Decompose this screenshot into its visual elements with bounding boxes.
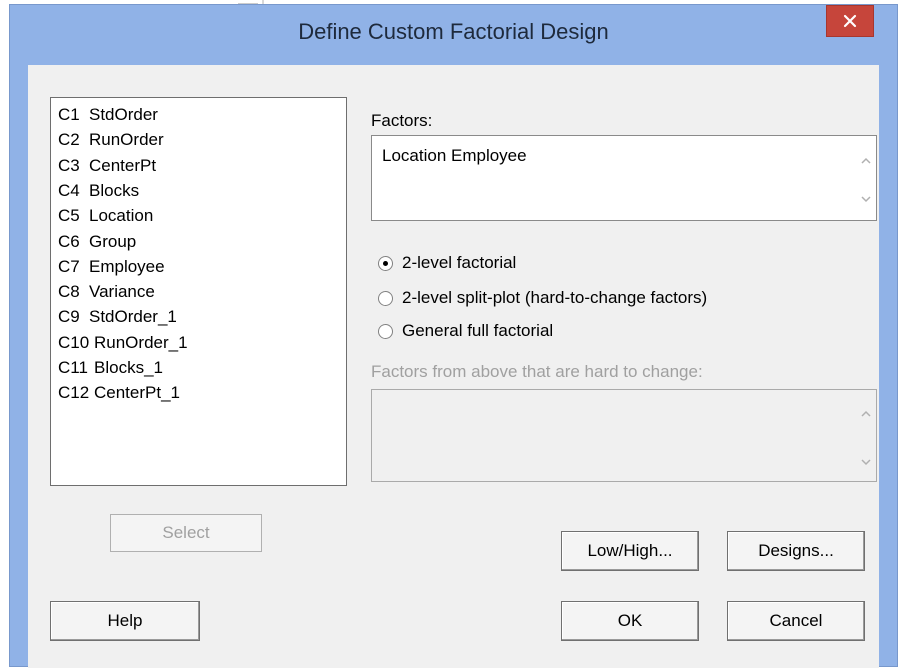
column-name: RunOrder: [89, 130, 164, 150]
column-number: C1: [58, 105, 80, 124]
column-name: Blocks: [89, 180, 140, 200]
radio-label: 2-level split-plot (hard-to-change facto…: [402, 288, 708, 307]
list-item[interactable]: C11 Blocks_1: [58, 356, 163, 380]
radio-button[interactable]: [378, 290, 393, 306]
column-number: C3: [58, 155, 80, 175]
radio-button[interactable]: [378, 255, 393, 271]
list-item[interactable]: C1 StdOrder: [58, 103, 158, 127]
column-number: C11: [58, 358, 88, 377]
hard-to-change-textarea[interactable]: [371, 389, 877, 482]
list-item[interactable]: C5 Location: [58, 204, 153, 228]
list-item[interactable]: C6 Group: [58, 230, 136, 254]
column-name: RunOrder_1: [94, 332, 188, 352]
radio-2-level-split-plot[interactable]: 2-level split-plot (hard-to-change facto…: [378, 286, 707, 310]
list-item[interactable]: C4 Blocks: [58, 179, 139, 203]
dialog-window: Define Custom Factorial Design C1 StdOrde…: [9, 4, 898, 668]
designs-button[interactable]: Designs...: [727, 531, 865, 571]
close-icon: [843, 14, 857, 28]
column-number: C6: [58, 231, 80, 251]
cancel-button[interactable]: Cancel: [727, 601, 865, 641]
hard-to-change-scrollbar[interactable]: [856, 390, 876, 481]
low-high-button[interactable]: Low/High...: [561, 531, 699, 571]
column-name: StdOrder_1: [89, 307, 177, 327]
help-button[interactable]: Help: [50, 601, 200, 641]
title-bar[interactable]: Define Custom Factorial Design: [10, 5, 897, 63]
factors-textarea[interactable]: Location Employee: [371, 135, 877, 221]
scroll-down-icon[interactable]: [860, 193, 872, 205]
column-name: CenterPt_1: [94, 383, 180, 403]
column-number: C7: [58, 256, 80, 276]
ok-button[interactable]: OK: [561, 601, 699, 641]
factors-value: Location Employee: [382, 146, 527, 165]
window-title: Define Custom Factorial Design: [298, 19, 609, 44]
column-name: Group: [89, 231, 137, 251]
radio-general-full-factorial[interactable]: General full factorial: [378, 319, 553, 343]
radio-2-level-factorial[interactable]: 2-level factorial: [378, 251, 516, 275]
column-name: Employee: [89, 256, 165, 276]
radio-button[interactable]: [378, 323, 393, 339]
hard-to-change-label: Factors from above that are hard to chan…: [371, 362, 703, 381]
list-item[interactable]: C7 Employee: [58, 255, 165, 279]
scroll-up-icon[interactable]: [860, 408, 872, 420]
column-name: Location: [89, 206, 154, 226]
columns-listbox[interactable]: C1 StdOrder C2 RunOrder C3 CenterPt C4 Blocks C5…: [50, 97, 347, 486]
column-name: CenterPt: [89, 155, 157, 175]
scroll-down-icon[interactable]: [860, 456, 872, 468]
column-number: C2: [58, 130, 80, 150]
dialog-client: C1 StdOrder C2 RunOrder C3 CenterPt C4 Blocks C5…: [28, 65, 879, 668]
column-number: C5: [58, 206, 80, 226]
scroll-up-icon[interactable]: [860, 155, 872, 167]
column-number: C4: [58, 180, 80, 200]
list-item[interactable]: C12 CenterPt_1: [58, 381, 180, 405]
column-name: Variance: [89, 282, 155, 302]
column-number: C8: [58, 282, 80, 302]
list-item[interactable]: C9 StdOrder_1: [58, 305, 177, 329]
column-number: C10: [58, 332, 90, 352]
column-number: C12: [58, 383, 90, 403]
list-item[interactable]: C2 RunOrder: [58, 128, 164, 152]
close-button[interactable]: [826, 5, 874, 37]
column-name: Blocks_1: [94, 358, 163, 377]
column-number: C9: [58, 307, 80, 327]
list-item[interactable]: C3 CenterPt: [58, 154, 156, 178]
select-button[interactable]: Select: [110, 514, 262, 552]
factors-scrollbar[interactable]: [856, 136, 876, 220]
list-item[interactable]: C10 RunOrder_1: [58, 331, 188, 355]
radio-label: 2-level factorial: [402, 253, 517, 272]
factors-label: Factors:: [371, 111, 433, 130]
list-item[interactable]: C8 Variance: [58, 280, 155, 304]
radio-label: General full factorial: [402, 321, 554, 340]
column-name: StdOrder: [89, 105, 158, 124]
